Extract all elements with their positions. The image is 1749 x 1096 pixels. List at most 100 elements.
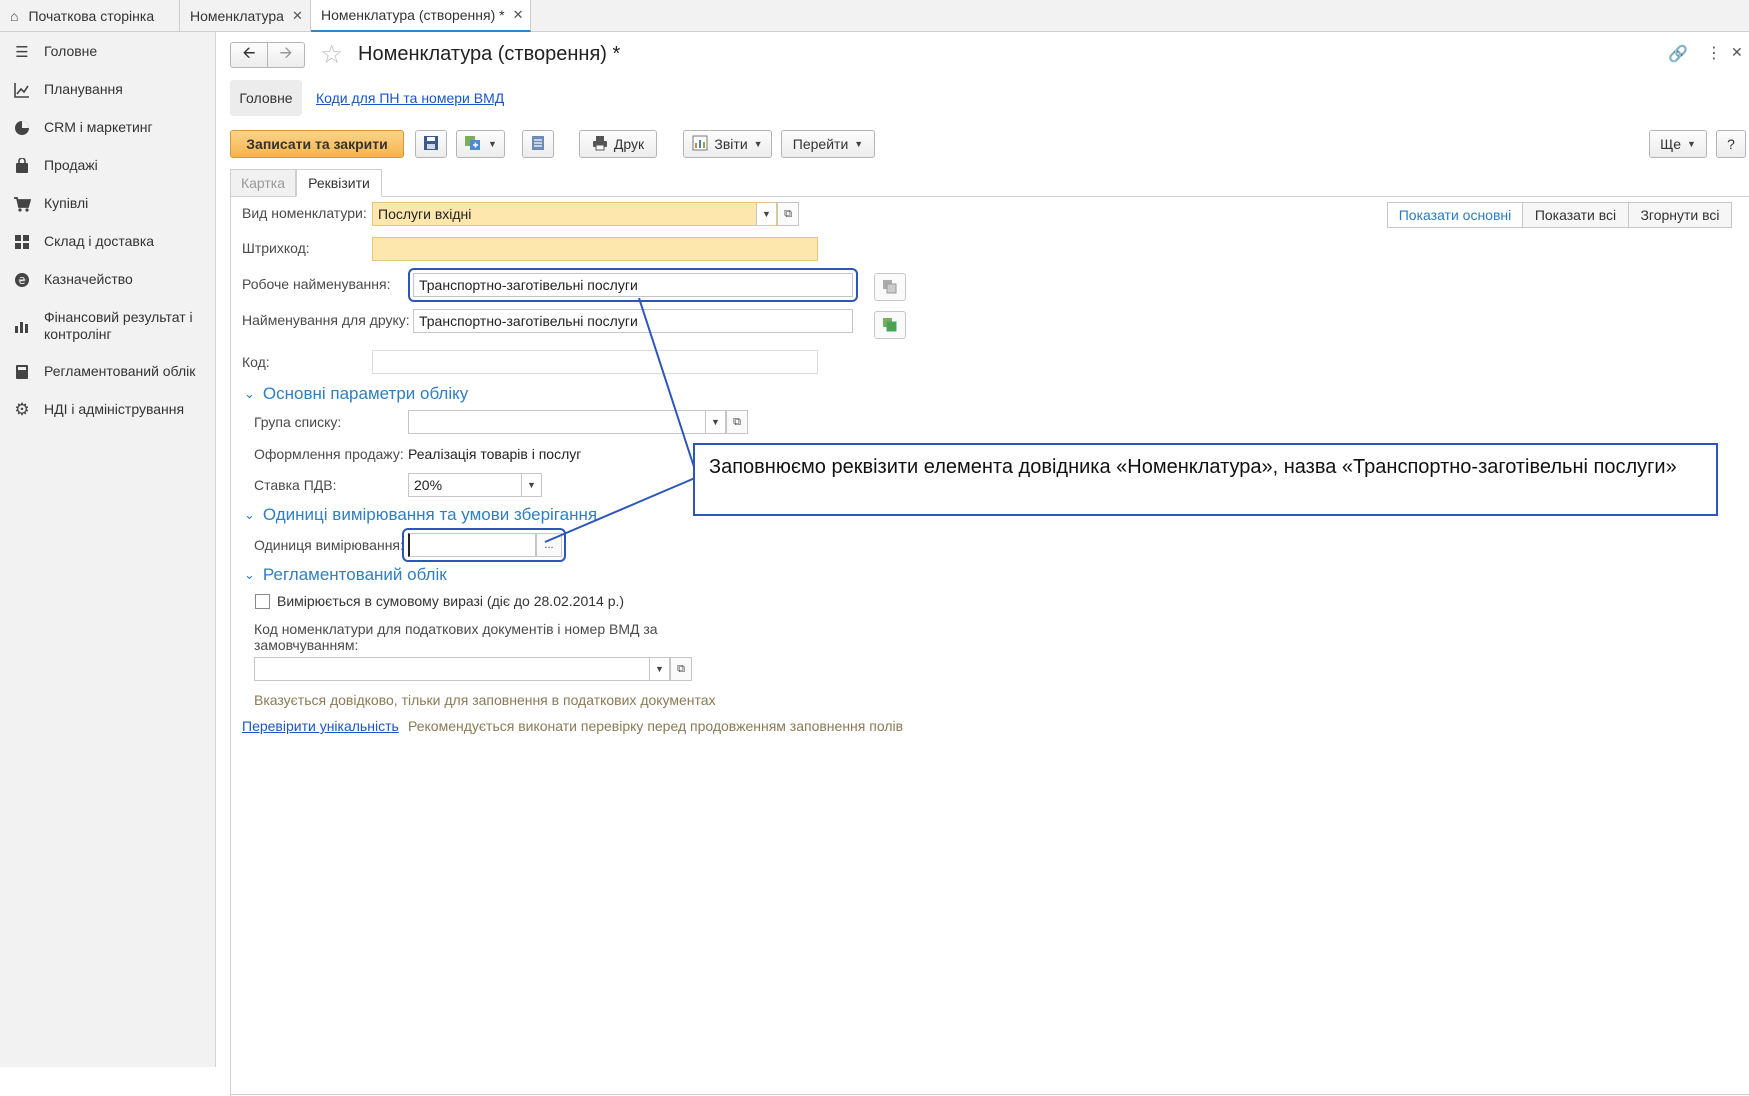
tax-code-label-1: Код номенклатури для податкових документ…	[254, 621, 658, 637]
close-icon[interactable]: ✕	[513, 7, 524, 23]
caret-down-icon[interactable]: ▼	[649, 658, 669, 680]
open-icon[interactable]: ⧉	[670, 657, 692, 681]
save-button[interactable]	[415, 130, 447, 158]
grid-icon	[12, 232, 32, 252]
chart-line-icon	[12, 80, 32, 100]
close-icon[interactable]: ✕	[292, 8, 303, 24]
close-icon[interactable]: ✕	[1731, 44, 1743, 61]
more-label: Ще	[1660, 136, 1681, 152]
section-main-title: Основні параметри обліку	[262, 384, 469, 403]
collapse-all-button[interactable]: Згорнути всі	[1629, 203, 1731, 227]
unit-highlight	[402, 528, 566, 562]
form-border-left	[230, 196, 231, 1096]
section-units[interactable]: ⌄ Одиниці вимірювання та умови зберіганн…	[244, 505, 597, 525]
sidebar-item-planning[interactable]: Планування	[0, 80, 216, 100]
arrow-left-icon: 🡨	[242, 44, 256, 62]
reports-button[interactable]: Звіти ▼	[683, 130, 772, 158]
sidebar-item-purchases[interactable]: Купівлі	[0, 194, 216, 214]
forward-button[interactable]: 🡪	[267, 42, 305, 68]
sidebar-item-label: Фінансовий результат і контролінг	[44, 309, 193, 342]
unit-label: Одиниця вимірювання:	[254, 537, 404, 553]
sum-checkbox[interactable]	[255, 594, 270, 609]
code-field[interactable]	[372, 350, 818, 374]
link-icon[interactable]: 🔗	[1668, 44, 1688, 64]
more-button[interactable]: Ще ▼	[1649, 130, 1707, 158]
tab-home[interactable]: ⌂ Початкова сторінка	[0, 0, 180, 32]
tax-code-field[interactable]: ▼	[254, 657, 670, 681]
tab-card[interactable]: Картка	[230, 169, 296, 197]
create-based-button[interactable]: ▼	[456, 130, 505, 158]
sidebar-item-finance[interactable]: Фінансовий результат і контролінг	[0, 308, 216, 343]
print-label: Друк	[613, 136, 645, 152]
sidebar-item-label: Планування	[44, 81, 123, 97]
create-based-icon	[464, 135, 482, 154]
barcode-field[interactable]	[372, 237, 818, 261]
show-all-button[interactable]: Показати всі	[1523, 203, 1629, 227]
check-uniqueness-link[interactable]: Перевірити унікальність	[242, 718, 399, 734]
sidebar-item-label: Продажі	[44, 157, 98, 173]
kind-field[interactable]: Послуги вхідні ▼	[372, 202, 777, 226]
copy-name-icon[interactable]	[874, 311, 906, 339]
more-vert-icon[interactable]: ⋮	[1706, 43, 1722, 63]
tab-nomenclature-create[interactable]: Номенклатура (створення) * ✕	[311, 0, 531, 32]
section-regulated-title: Регламентований облік	[262, 565, 447, 584]
content-area: 🡨 🡪 ☆ Номенклатура (створення) * 🔗 ⋮ ✕ Г…	[216, 32, 1749, 1096]
section-units-title: Одиниці вимірювання та умови зберігання	[262, 505, 598, 524]
nav-codes-link[interactable]: Коди для ПН та номери ВМД	[316, 90, 504, 106]
work-name-highlight	[408, 268, 858, 302]
open-icon[interactable]: ⧉	[726, 410, 748, 434]
print-button[interactable]: Друк	[579, 130, 657, 158]
sidebar-item-treasury[interactable]: ₴ Казначейство	[0, 270, 216, 290]
back-button[interactable]: 🡨	[230, 42, 268, 68]
sidebar-item-sales[interactable]: Продажі	[0, 156, 216, 176]
caret-down-icon[interactable]: ▼	[705, 411, 725, 433]
caret-down-icon[interactable]: ▼	[756, 203, 776, 225]
tab-divider	[382, 196, 1749, 197]
caret-down-icon[interactable]: ▼	[521, 474, 541, 496]
goto-button[interactable]: Перейти ▼	[781, 130, 875, 158]
group-label: Група списку:	[254, 414, 342, 430]
tab-bar: ⌂ Початкова сторінка Номенклатура ✕ Номе…	[0, 0, 1749, 32]
pie-chart-icon	[12, 118, 32, 138]
sidebar-item-admin[interactable]: ⚙ НДІ і адміністрування	[0, 400, 216, 420]
sidebar-item-warehouse[interactable]: Склад і доставка	[0, 232, 216, 252]
sidebar-item-crm[interactable]: CRM і маркетинг	[0, 118, 216, 138]
group-field[interactable]: ▼	[408, 410, 726, 434]
sidebar-item-label: НДІ і адміністрування	[44, 401, 185, 417]
sidebar-item-main[interactable]: ☰ Головне	[0, 42, 216, 62]
section-regulated[interactable]: ⌄ Регламентований облік	[244, 565, 447, 585]
copy-icon[interactable]	[874, 273, 906, 301]
document-icon	[531, 135, 545, 154]
callout-box: Заповнюємо реквізити елемента довідника …	[693, 443, 1718, 516]
sidebar: ☰ Головне Планування CRM і маркетинг Про…	[0, 32, 216, 1067]
cart-icon	[12, 194, 32, 214]
document-button[interactable]	[522, 130, 554, 158]
save-close-button[interactable]: Записати та закрити	[230, 130, 404, 158]
sale-label: Оформлення продажу:	[254, 446, 404, 462]
nav-main[interactable]: Головне	[230, 80, 302, 116]
tab-nomenclature[interactable]: Номенклатура ✕	[180, 0, 311, 32]
caret-down-icon: ▼	[488, 139, 497, 149]
chevron-down-icon: ⌄	[244, 567, 255, 582]
sum-checkbox-label: Вимірюється в сумовому виразі (діє до 28…	[277, 593, 625, 609]
print-name-label: Найменування для друку:	[242, 312, 410, 328]
vat-field[interactable]: 20% ▼	[408, 473, 542, 497]
help-button[interactable]: ?	[1716, 130, 1746, 158]
tab-nomenclature-label: Номенклатура	[190, 8, 284, 24]
uniqueness-note: Рекомендується виконати перевірку перед …	[408, 718, 904, 734]
form-border-bottom	[230, 1094, 1749, 1095]
report-icon	[692, 135, 708, 154]
sidebar-item-regulated[interactable]: Регламентований облік	[0, 362, 216, 382]
caret-down-icon: ▼	[753, 139, 763, 149]
print-name-field[interactable]: Транспортно-заготівельні послуги	[413, 309, 853, 333]
chevron-down-icon: ⌄	[244, 507, 255, 522]
menu-icon: ☰	[15, 44, 29, 61]
barcode-label: Штрихкод:	[242, 240, 310, 256]
star-icon[interactable]: ☆	[320, 40, 343, 68]
show-main-button[interactable]: Показати основні	[1388, 203, 1523, 227]
sidebar-item-label: Купівлі	[44, 195, 89, 211]
chevron-down-icon: ⌄	[244, 386, 255, 401]
open-icon[interactable]: ⧉	[777, 202, 799, 226]
tab-requisites[interactable]: Реквізити	[296, 169, 382, 197]
section-main-params[interactable]: ⌄ Основні параметри обліку	[244, 384, 468, 404]
